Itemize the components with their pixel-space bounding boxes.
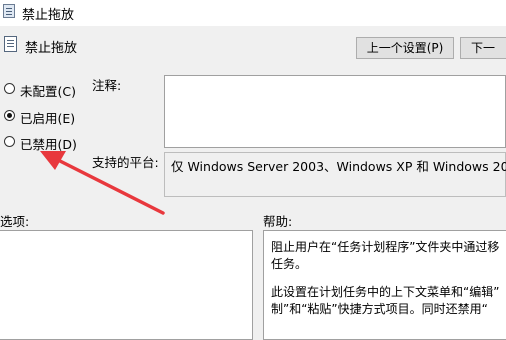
supported-platform-label: 支持的平台:	[92, 155, 159, 170]
help-label: 帮助:	[263, 214, 293, 229]
radio-enabled-label: 已启用(E)	[20, 111, 76, 126]
help-text-line: 阻止用户在“任务计划程序”文件夹中通过移	[271, 240, 500, 254]
options-panel	[0, 230, 253, 340]
help-panel: 阻止用户在“任务计划程序”文件夹中通过移 任务。 此设置在计划任务中的上下文菜单…	[263, 230, 506, 340]
policy-name: 禁止拖放	[25, 41, 78, 56]
radio-disabled-label: 已禁用(D)	[20, 137, 77, 152]
comment-label: 注释:	[92, 78, 122, 93]
policy-app-icon	[3, 4, 15, 18]
help-text-line: 任务。	[271, 257, 308, 271]
help-text-line: 制”和“粘贴”快捷方式项目。同时还禁用“	[271, 302, 488, 316]
radio-enabled-circle[interactable]	[4, 110, 15, 121]
previous-setting-button[interactable]: 上一个设置(P)	[356, 37, 454, 59]
radio-disabled-circle[interactable]	[4, 136, 15, 147]
next-setting-button[interactable]: 下一	[460, 37, 506, 59]
radio-not-configured-circle[interactable]	[4, 83, 15, 94]
window-title: 禁止拖放	[22, 8, 75, 23]
policy-setting-icon	[4, 36, 17, 52]
help-text-line: 此设置在计划任务中的上下文菜单和“编辑”	[271, 285, 500, 299]
annotation-arrow-head	[40, 151, 66, 170]
comment-textarea[interactable]	[164, 75, 506, 148]
radio-not-configured-label: 未配置(C)	[20, 84, 76, 99]
title-bar: 禁止拖放	[0, 0, 506, 26]
options-label: 选项:	[0, 214, 30, 229]
supported-platform-value: 仅 Windows Server 2003、Windows XP 和 Windo…	[164, 152, 506, 197]
